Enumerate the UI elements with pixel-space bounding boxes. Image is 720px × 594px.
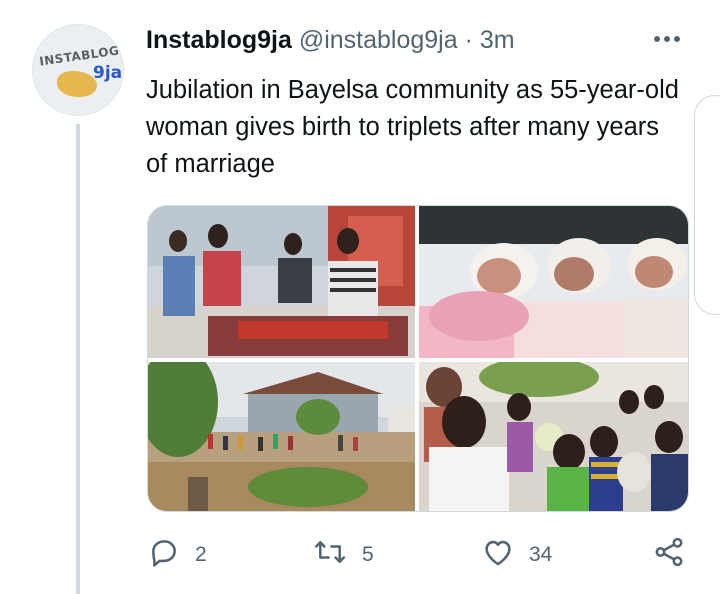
- like-button[interactable]: 34: [481, 535, 552, 574]
- tweet-header: Instablog9ja @instablog9ja · 3m: [146, 26, 515, 55]
- heart-icon: [481, 535, 515, 574]
- reply-button[interactable]: 2: [147, 535, 207, 574]
- avatar-logo-suffix: 9ja: [93, 63, 123, 83]
- avatar[interactable]: INSTABLOG 9ja: [32, 24, 124, 116]
- photo-community-street[interactable]: [148, 362, 415, 511]
- photo-hospital-room[interactable]: [148, 206, 415, 358]
- header-separator: ·: [464, 26, 473, 54]
- africa-map-icon: [57, 71, 97, 97]
- like-count: 34: [529, 542, 553, 566]
- retweet-count: 5: [362, 542, 374, 566]
- retweet-button[interactable]: 5: [312, 535, 374, 574]
- thread-line: [76, 124, 80, 594]
- next-card-peek: [694, 95, 720, 315]
- user-handle[interactable]: @instablog9ja: [299, 26, 458, 54]
- more-options-icon[interactable]: [654, 28, 688, 50]
- tweet-text: Jubilation in Bayelsa community as 55-ye…: [146, 76, 679, 178]
- retweet-icon: [312, 535, 348, 574]
- display-name[interactable]: Instablog9ja: [146, 26, 292, 54]
- photo-celebrating-crowd[interactable]: [419, 362, 688, 511]
- photo-newborn-triplets[interactable]: [419, 206, 688, 358]
- media-grid[interactable]: [147, 205, 689, 512]
- reply-count: 2: [195, 542, 207, 566]
- reply-icon: [147, 535, 181, 574]
- share-button[interactable]: [652, 535, 686, 574]
- share-icon: [652, 535, 686, 574]
- tweet-time[interactable]: 3m: [480, 26, 515, 54]
- tweet-actions: 2 5 34: [0, 535, 720, 571]
